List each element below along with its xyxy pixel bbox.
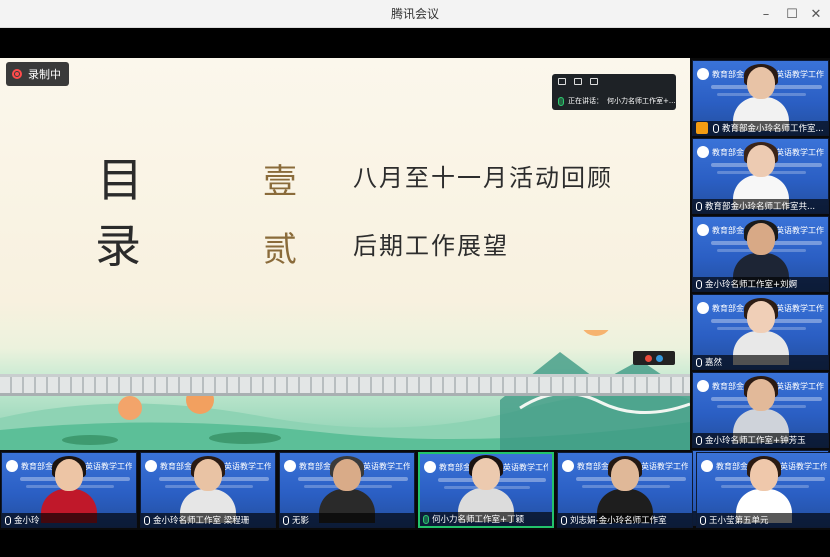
toc-item-2-text: 后期工作展望: [353, 232, 509, 260]
mic-icon: [423, 514, 429, 524]
list-icon[interactable]: [590, 78, 598, 85]
top-black-band: [0, 28, 830, 58]
participant-caption: 何小力名师工作室+丁颖: [420, 512, 552, 526]
studio-logo-icon: [562, 460, 574, 472]
bottom-participant-tile[interactable]: 教育部金小玲快乐英语教学工作室王小莹第五单元: [696, 452, 830, 528]
participant-caption: 金小玲: [2, 513, 136, 527]
participant-video: [458, 455, 514, 522]
side-participant-tile[interactable]: 教育部金小玲快乐英语教学工作室金小玲名师工作室+刘婀: [692, 216, 829, 292]
mic-icon: [713, 123, 719, 133]
participant-name: 刘志娟-金小玲名师工作室: [570, 516, 667, 526]
participant-video: [597, 456, 653, 523]
participant-video: [732, 376, 789, 443]
studio-logo-icon: [145, 460, 157, 472]
recording-label: 录制中: [28, 68, 61, 81]
participant-name: 无影: [292, 516, 310, 526]
mic-icon: [558, 96, 564, 106]
bottom-participant-tile[interactable]: 教育部金小玲快乐英语教学工作室何小力名师工作室+丁颖: [418, 452, 554, 528]
side-participant-tile[interactable]: 教育部金小玲快乐英语教学工作室教育部金小玲名师工作室共...: [692, 138, 829, 214]
mic-icon: [696, 201, 702, 211]
mic-icon: [696, 279, 702, 289]
studio-logo-icon: [701, 460, 713, 472]
participant-video: [732, 142, 789, 209]
studio-logo-icon: [697, 146, 709, 158]
participant-video: [41, 456, 97, 523]
meeting-window: 腾讯会议 – ☐ ✕ 目 录 壹 八月至十一月活动回顾 贰 后期工作展望 录制中: [0, 0, 830, 557]
mic-icon: [283, 515, 289, 525]
host-icon: [696, 122, 708, 134]
toc-item-1-text: 八月至十一月活动回顾: [353, 164, 613, 192]
participant-caption: 教育部金小玲名师工作室...: [693, 121, 828, 135]
annotation-red-icon[interactable]: [645, 354, 652, 362]
participant-name: 金小玲名师工作室 梁程珊: [153, 516, 250, 526]
studio-logo-icon: [697, 302, 709, 314]
participant-video: [736, 456, 792, 523]
speaking-label: 正在讲话：: [568, 97, 603, 105]
participant-caption: 金小玲名师工作室+刘婀: [693, 277, 828, 291]
mic-icon: [144, 515, 150, 525]
close-button[interactable]: ✕: [800, 0, 830, 28]
speaking-name: 何小力名师工作室+...: [607, 97, 676, 105]
mic-icon: [696, 435, 702, 445]
toc-heading-char-2: 录: [95, 219, 141, 273]
bottom-participant-tile[interactable]: 教育部金小玲快乐英语教学工作室金小玲名师工作室 梁程珊: [140, 452, 276, 528]
speaker-panel[interactable]: 正在讲话： 何小力名师工作室+...: [552, 74, 676, 110]
window-title: 腾讯会议: [390, 7, 439, 21]
participant-name: 教育部金小玲名师工作室...: [722, 124, 824, 134]
participant-video: [732, 220, 789, 287]
toc-item-1-number: 壹: [263, 162, 297, 202]
participant-name: 金小玲: [14, 516, 40, 526]
bottom-black-band: [0, 530, 830, 557]
studio-logo-icon: [424, 461, 436, 473]
title-bar: 腾讯会议 – ☐ ✕: [0, 0, 830, 28]
participant-caption: 刘志娟-金小玲名师工作室: [558, 513, 692, 527]
shared-screen-slide: 目 录 壹 八月至十一月活动回顾 贰 后期工作展望: [0, 58, 690, 450]
participant-name: 王小莹第五单元: [709, 516, 769, 526]
participant-caption: 金小玲名师工作室+钟芳玉: [693, 433, 828, 447]
participant-name: 教育部金小玲名师工作室共...: [705, 202, 816, 212]
mic-icon: [561, 515, 567, 525]
annotation-blue-icon[interactable]: [656, 354, 663, 362]
bottom-participant-tile[interactable]: 教育部金小玲快乐英语教学工作室金小玲: [1, 452, 137, 528]
studio-logo-icon: [6, 460, 18, 472]
grid-view-icon[interactable]: [558, 78, 566, 85]
participant-caption: 嘉然: [693, 355, 828, 369]
participant-name: 嘉然: [705, 358, 723, 368]
recording-indicator[interactable]: 录制中: [6, 62, 69, 86]
mic-icon: [696, 357, 702, 367]
side-participant-tile[interactable]: 教育部金小玲快乐英语教学工作室嘉然: [692, 294, 829, 370]
record-icon: [12, 69, 22, 79]
mic-icon: [5, 515, 11, 525]
bottom-participant-tile[interactable]: 教育部金小玲快乐英语教学工作室刘志娟-金小玲名师工作室: [557, 452, 693, 528]
participant-caption: 无影: [280, 513, 414, 527]
participant-video: [180, 456, 236, 523]
mic-icon: [700, 515, 706, 525]
participant-video: [732, 298, 789, 365]
participant-video: [319, 456, 375, 523]
participant-name: 金小玲名师工作室+刘婀: [705, 280, 798, 290]
decorative-railing: [0, 374, 690, 396]
toc-heading-char-1: 目: [97, 153, 143, 207]
side-participant-tile[interactable]: 教育部金小玲快乐英语教学工作室金小玲名师工作室+钟芳玉: [692, 372, 829, 448]
studio-logo-icon: [697, 380, 709, 392]
toc-item-2-number: 贰: [263, 230, 297, 270]
window-icon[interactable]: [574, 78, 582, 85]
annotation-toolbar[interactable]: [633, 351, 675, 365]
studio-logo-icon: [284, 460, 296, 472]
participant-caption: 教育部金小玲名师工作室共...: [693, 199, 828, 213]
studio-logo-icon: [697, 224, 709, 236]
participant-name: 何小力名师工作室+丁颖: [432, 515, 525, 525]
participant-caption: 王小莹第五单元: [697, 513, 830, 527]
participant-video: [732, 64, 789, 131]
side-participant-tile[interactable]: 教育部金小玲快乐英语教学工作室教育部金小玲名师工作室...: [692, 60, 829, 136]
bottom-participant-tile[interactable]: 教育部金小玲快乐英语教学工作室无影: [279, 452, 415, 528]
participant-name: 金小玲名师工作室+钟芳玉: [705, 436, 806, 446]
participant-caption: 金小玲名师工作室 梁程珊: [141, 513, 275, 527]
studio-logo-icon: [697, 68, 709, 80]
